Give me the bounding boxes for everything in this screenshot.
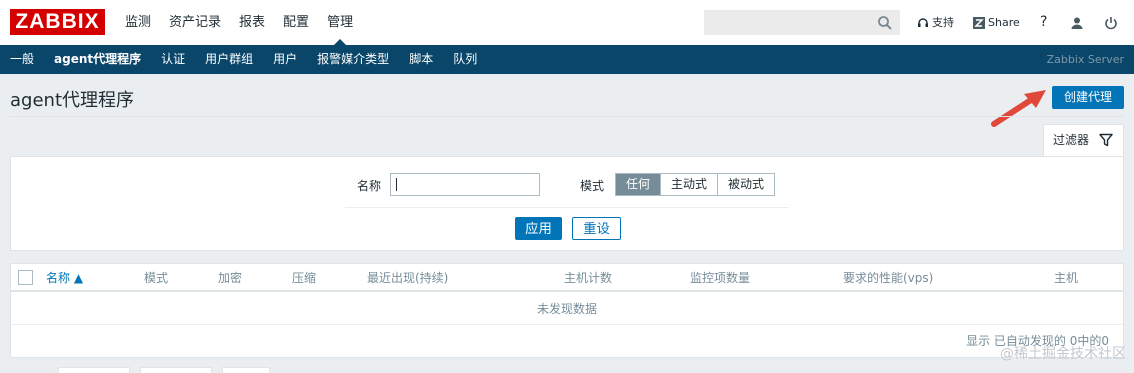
proxies-table: 名称 ▲ 模式 加密 压缩 最近出现(持续) 主机计数 监控项数量 要求的性能(… — [10, 263, 1124, 358]
column-last-seen: 最近出现(持续) — [367, 271, 449, 285]
support-label: 支持 — [932, 16, 954, 29]
mode-label: 模式 — [580, 179, 605, 193]
column-host-count: 主机计数 — [564, 271, 613, 285]
column-required-performance: 要求的性能(vps) — [843, 271, 934, 285]
name-label: 名称 — [357, 179, 382, 193]
submenu-authentication[interactable]: 认证 — [161, 45, 185, 74]
no-data-message: 未发现数据 — [11, 294, 1123, 325]
filter-tab-label: 过滤器 — [1053, 133, 1090, 147]
share-z-icon — [973, 16, 985, 29]
column-compression: 压缩 — [292, 271, 317, 285]
bottom-button-stub[interactable] — [222, 367, 270, 373]
submenu-general[interactable]: 一般 — [10, 45, 34, 74]
mode-segmented-control: 任何 主动式 被动式 — [615, 173, 776, 196]
filter-panel: 名称 模式 任何 主动式 被动式 应用 重设 — [10, 156, 1124, 251]
column-mode: 模式 — [144, 271, 169, 285]
filter-icon — [1099, 133, 1113, 147]
menu-item-monitoring[interactable]: 监测 — [125, 0, 151, 45]
table-header: 名称 ▲ 模式 加密 压缩 最近出现(持续) 主机计数 监控项数量 要求的性能(… — [11, 264, 1123, 292]
submenu-media-types[interactable]: 报警媒介类型 — [317, 45, 389, 74]
menu-item-inventory[interactable]: 资产记录 — [169, 0, 221, 45]
user-icon — [1071, 17, 1083, 29]
submenu-user-groups[interactable]: 用户群组 — [205, 45, 253, 74]
menu-item-configuration[interactable]: 配置 — [283, 0, 309, 45]
filter-tab[interactable]: 过滤器 — [1043, 124, 1124, 157]
create-proxy-button[interactable]: 创建代理 — [1052, 86, 1124, 109]
bottom-button-stub[interactable] — [58, 367, 130, 373]
filter-divider — [345, 207, 789, 208]
column-encryption: 加密 — [218, 271, 243, 285]
headset-icon — [918, 17, 928, 27]
sub-menu-bar: 一般 agent代理程序 认证 用户群组 用户 报警媒介类型 脚本 队列 Zab… — [0, 45, 1134, 74]
reset-button[interactable]: 重设 — [572, 217, 621, 240]
text-cursor — [396, 178, 397, 191]
top-header: ZABBIX 监测 资产记录 报表 配置 管理 支持 Share ? — [0, 0, 1134, 45]
submenu-queue[interactable]: 队列 — [453, 45, 477, 74]
header-divider — [10, 116, 1124, 117]
share-link[interactable]: Share — [973, 0, 1020, 45]
support-link[interactable]: 支持 — [917, 0, 954, 45]
sign-out-button[interactable] — [1104, 0, 1121, 45]
watermark: @稀土掘金技术社区 — [1000, 346, 1126, 362]
menu-item-administration[interactable]: 管理 — [327, 0, 353, 45]
search-input[interactable] — [704, 10, 900, 35]
column-hosts: 主机 — [1054, 271, 1079, 285]
mode-option-passive[interactable]: 被动式 — [717, 174, 775, 195]
bottom-button-stub[interactable] — [140, 367, 212, 373]
name-field[interactable] — [390, 173, 540, 196]
submenu-users[interactable]: 用户 — [273, 45, 297, 74]
submenu-proxies[interactable]: agent代理程序 — [54, 45, 141, 74]
select-all-checkbox[interactable] — [18, 270, 33, 285]
sub-menu: 一般 agent代理程序 认证 用户群组 用户 报警媒介类型 脚本 队列 — [10, 45, 497, 74]
search-icon[interactable] — [877, 15, 893, 31]
annotation-arrow-icon — [991, 90, 1046, 127]
mode-option-any[interactable]: 任何 — [616, 174, 661, 195]
main-menu: 监测 资产记录 报表 配置 管理 — [125, 0, 371, 45]
column-item-count: 监控项数量 — [690, 271, 751, 285]
menu-item-reports[interactable]: 报表 — [239, 0, 265, 45]
apply-button[interactable]: 应用 — [515, 217, 562, 240]
submenu-scripts[interactable]: 脚本 — [409, 45, 433, 74]
mode-option-active[interactable]: 主动式 — [660, 174, 718, 195]
help-icon: ? — [1040, 14, 1048, 30]
page-title: agent代理程序 — [10, 90, 134, 111]
power-icon — [1105, 16, 1117, 29]
user-profile-button[interactable] — [1070, 0, 1087, 45]
share-label: Share — [988, 16, 1020, 29]
zabbix-logo[interactable]: ZABBIX — [10, 9, 105, 35]
help-button[interactable]: ? — [1040, 0, 1047, 45]
column-name[interactable]: 名称 ▲ — [46, 264, 83, 292]
server-name: Zabbix Server — [1046, 53, 1124, 66]
